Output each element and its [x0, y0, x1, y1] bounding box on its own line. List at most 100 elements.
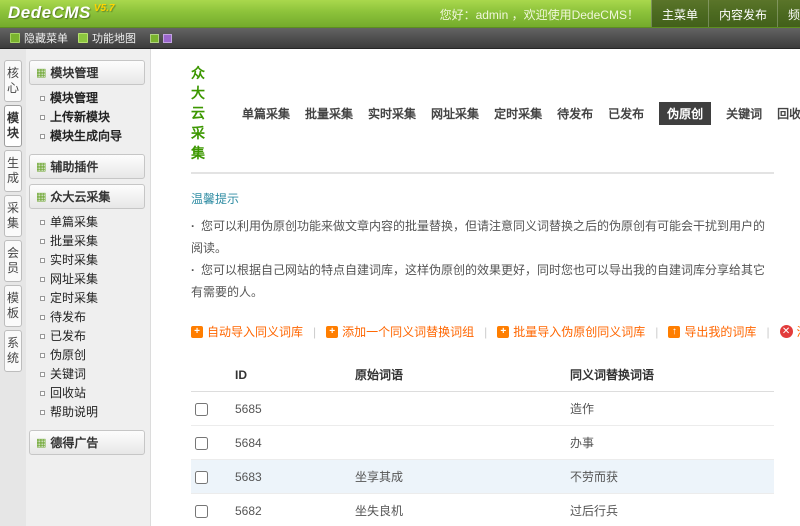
- notice-item: 您可以根据自己网站的特点自建词库，这样伪原创的效果更好，同时您也可以导出我的自建…: [191, 259, 774, 303]
- skin-switcher: [150, 34, 172, 43]
- side-tab[interactable]: 生成: [4, 150, 22, 192]
- skin-color-swatch[interactable]: [163, 34, 172, 43]
- tab[interactable]: 关键词: [726, 105, 762, 122]
- sidebar-item[interactable]: 网址采集: [40, 270, 146, 289]
- column-header-original: 原始词语: [351, 358, 566, 392]
- sidebar-item-label: 关键词: [50, 365, 86, 384]
- action-batch-import-synonyms[interactable]: + 批量导入伪原创同义词库: [497, 323, 645, 340]
- table-row: 5685造作: [191, 392, 774, 426]
- grid-icon: ▦: [36, 68, 46, 78]
- grid-icon: ▦: [36, 438, 46, 448]
- tab[interactable]: 已发布: [608, 105, 644, 122]
- sidebar-item[interactable]: 单篇采集: [40, 213, 146, 232]
- row-checkbox[interactable]: [195, 505, 208, 518]
- action-auto-import-synonyms[interactable]: + 自动导入同义词库: [191, 323, 303, 340]
- hide-menu-button[interactable]: 隐藏菜单: [10, 30, 68, 46]
- side-tab[interactable]: 模板: [4, 285, 22, 327]
- table-row: 5682坐失良机过后行兵: [191, 494, 774, 526]
- sidebar-item[interactable]: 实时采集: [40, 251, 146, 270]
- action-export-my-words[interactable]: ↑ 导出我的词库: [668, 323, 756, 340]
- top-menu-item[interactable]: 内容发布: [708, 0, 777, 28]
- sidebar-item-label: 网址采集: [50, 270, 98, 289]
- top-menu-item[interactable]: 频道管理: [777, 0, 800, 28]
- action-label: 导出我的词库: [684, 323, 756, 340]
- sidebar-item[interactable]: 已发布: [40, 327, 146, 346]
- function-map-button[interactable]: 功能地图: [78, 30, 136, 46]
- cell-id: 5682: [231, 494, 351, 526]
- sidebar-item-label: 回收站: [50, 384, 86, 403]
- tab[interactable]: 定时采集: [494, 105, 542, 122]
- sidebar-item[interactable]: 待发布: [40, 308, 146, 327]
- bullet-icon: [40, 353, 45, 358]
- sidebar-item[interactable]: 定时采集: [40, 289, 146, 308]
- cell-original: [351, 426, 566, 460]
- sidebar-section-title: 众大云采集: [50, 188, 110, 205]
- sidebar-item[interactable]: 回收站: [40, 384, 146, 403]
- header: DedeCMSV5.7 您好：admin ，欢迎使用DedeCMS！ 主菜单内容…: [0, 0, 800, 28]
- cell-replacement: 办事: [566, 426, 774, 460]
- tab[interactable]: 批量采集: [305, 105, 353, 122]
- checkbox-cell: [191, 460, 231, 494]
- sidebar-section-header[interactable]: ▦德得广告: [29, 430, 145, 455]
- bullet-icon: [40, 372, 45, 377]
- bullet-icon: [40, 134, 45, 139]
- action-add-synonym-group[interactable]: +添加一个同义词替换词组: [326, 323, 474, 340]
- side-tab[interactable]: 采集: [4, 195, 22, 237]
- sidebar-section-header[interactable]: ▦ 辅助插件: [29, 154, 145, 179]
- table-row: 5684办事: [191, 426, 774, 460]
- page-title: 众大云采集: [191, 63, 205, 163]
- bullet-icon: [40, 315, 45, 320]
- header-right: 您好：admin ，欢迎使用DedeCMS！ 主菜单内容发布频道管理: [440, 0, 800, 28]
- top-menu-item[interactable]: 主菜单: [651, 0, 708, 28]
- action-label: 批量导入伪原创同义词库: [513, 323, 645, 340]
- logo: DedeCMSV5.7: [8, 3, 114, 23]
- sidebar-item-label: 已发布: [50, 327, 86, 346]
- column-header-replacement: 同义词替换词语: [566, 358, 774, 392]
- bullet-icon: [40, 277, 45, 282]
- clear-icon: ✕: [780, 325, 793, 338]
- sidebar-item[interactable]: 伪原创: [40, 346, 146, 365]
- grid-icon: ▦: [36, 162, 46, 172]
- row-checkbox[interactable]: [195, 437, 208, 450]
- action-label: 自动导入同义词库: [207, 323, 303, 340]
- main-content: 众大云采集 单篇采集批量采集实时采集网址采集定时采集待发布已发布伪原创关键词回收…: [150, 49, 800, 526]
- side-tab[interactable]: 核心: [4, 60, 22, 102]
- cell-original: 坐享其成: [351, 460, 566, 494]
- sidebar-item[interactable]: 模块管理: [40, 89, 146, 108]
- toolbar: 隐藏菜单 功能地图: [0, 28, 800, 49]
- tab-row: 众大云采集 单篇采集批量采集实时采集网址采集定时采集待发布已发布伪原创关键词回收…: [191, 63, 774, 174]
- sidebar: ▦模块管理模块管理上传新模块模块生成向导▦辅助插件▦众大云采集单篇采集批量采集实…: [26, 49, 150, 526]
- side-tab[interactable]: 模块: [4, 105, 22, 147]
- sidebar-section-header[interactable]: ▦模块管理: [29, 60, 145, 85]
- row-checkbox[interactable]: [195, 403, 208, 416]
- sidebar-item-list: 单篇采集批量采集实时采集网址采集定时采集待发布已发布伪原创关键词回收站帮助说明: [28, 213, 146, 422]
- table-header-row: ID 原始词语 同义词替换词语: [191, 358, 774, 392]
- tab[interactable]: 单篇采集: [242, 105, 290, 122]
- column-header-id: ID: [231, 358, 351, 392]
- sidebar-section-header[interactable]: ▦众大云采集: [29, 184, 145, 209]
- action-clear-words[interactable]: ✕清空伪原创词库: [780, 323, 800, 340]
- sidebar-item[interactable]: 帮助说明: [40, 403, 146, 422]
- export-icon: ↑: [668, 326, 680, 338]
- sidebar-item[interactable]: 模块生成向导: [40, 127, 146, 146]
- tab[interactable]: 待发布: [557, 105, 593, 122]
- sidebar-item-label: 单篇采集: [50, 213, 98, 232]
- sidebar-section-title: 辅助插件: [50, 158, 98, 175]
- separator: |: [655, 325, 658, 339]
- plus-icon: +: [191, 326, 203, 338]
- side-tab[interactable]: 系统: [4, 330, 22, 372]
- skin-color-swatch[interactable]: [150, 34, 159, 43]
- tab[interactable]: 实时采集: [368, 105, 416, 122]
- side-tab[interactable]: 会员: [4, 240, 22, 282]
- tab[interactable]: 伪原创: [659, 102, 711, 125]
- bullet-icon: [40, 296, 45, 301]
- content-row: 核心模块生成采集会员模板系统 ▦模块管理模块管理上传新模块模块生成向导 ▦ 辅助插件…: [0, 49, 800, 526]
- sidebar-item[interactable]: 关键词: [40, 365, 146, 384]
- checkbox-cell: [191, 494, 231, 526]
- tab[interactable]: 回收站: [777, 105, 800, 122]
- tab[interactable]: 网址采集: [431, 105, 479, 122]
- row-checkbox[interactable]: [195, 471, 208, 484]
- sidebar-item[interactable]: 批量采集: [40, 232, 146, 251]
- plus-icon: +: [497, 326, 509, 338]
- sidebar-item[interactable]: 上传新模块: [40, 108, 146, 127]
